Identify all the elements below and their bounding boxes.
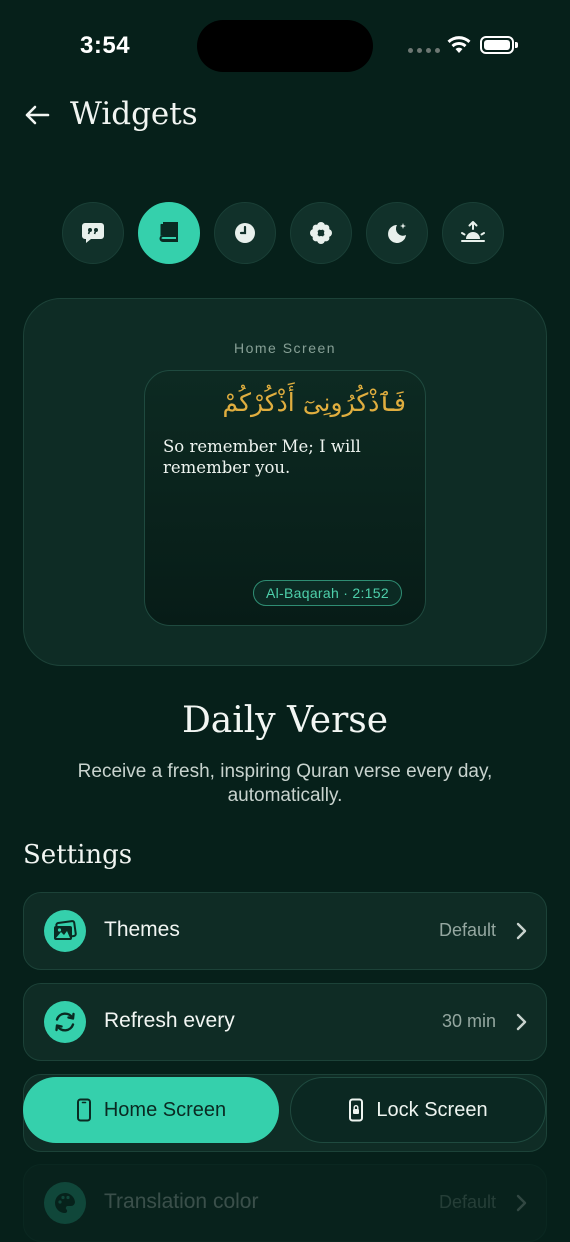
home-screen-toggle-button[interactable]: Home Screen <box>23 1077 279 1143</box>
widget-type-prayer-time-button[interactable] <box>214 202 276 264</box>
back-arrow-icon[interactable] <box>22 100 52 130</box>
translation-color-label: Translation color <box>104 1190 259 1213</box>
lock-phone-icon <box>349 1098 364 1122</box>
widget-type-sunrise-button[interactable] <box>442 202 504 264</box>
widget-type-selector <box>62 202 504 264</box>
flower-icon <box>310 222 332 244</box>
refresh-label: Refresh every <box>104 1009 235 1032</box>
dynamic-island <box>197 20 373 72</box>
battery-icon <box>480 36 518 54</box>
status-time: 3:54 <box>80 32 131 59</box>
book-icon <box>159 222 178 242</box>
refresh-icon <box>44 1001 86 1043</box>
widget-title: Daily Verse <box>181 700 389 741</box>
verse-arabic-text: فَٱذْكُرُونِىٓ أَذْكُرْكُمْ <box>222 388 406 417</box>
palette-icon <box>44 1182 86 1224</box>
page-title: Widgets <box>70 96 198 132</box>
settings-row-themes[interactable]: Themes Default <box>23 892 547 970</box>
moon-star-icon <box>388 223 406 243</box>
lock-screen-label: Lock Screen <box>376 1098 488 1121</box>
widget-description: Receive a fresh, inspiring Quran verse e… <box>77 761 493 806</box>
home-screen-label: Home Screen <box>103 1098 227 1121</box>
lock-screen-toggle-button[interactable]: Lock Screen <box>290 1077 546 1143</box>
widget-type-quran-button[interactable] <box>138 202 200 264</box>
clock-icon <box>235 223 255 243</box>
cellular-signal-icon <box>408 48 440 53</box>
verse-translation: So remember Me; I will remember you. <box>163 437 361 477</box>
verse-reference-badge: Al-Baqarah · 2:152 <box>253 580 402 606</box>
gallery-icon <box>44 910 86 952</box>
widget-type-tasbih-button[interactable] <box>290 202 352 264</box>
chevron-right-icon <box>516 1013 527 1031</box>
widget-type-quote-button[interactable] <box>62 202 124 264</box>
themes-value: Default <box>438 920 496 940</box>
settings-row-refresh[interactable]: Refresh every 30 min <box>23 983 547 1061</box>
quote-bubble-icon <box>82 223 104 243</box>
chevron-right-icon <box>516 922 527 940</box>
phone-icon <box>76 1098 91 1122</box>
widget-type-night-button[interactable] <box>366 202 428 264</box>
chevron-right-icon <box>516 1194 527 1212</box>
sunrise-icon <box>461 221 485 242</box>
refresh-value: 30 min <box>441 1011 496 1031</box>
themes-label: Themes <box>104 918 180 941</box>
wifi-icon <box>447 36 471 53</box>
preview-label: Home Screen <box>233 340 337 356</box>
settings-row-translation-color[interactable]: Translation color Default <box>23 1164 547 1242</box>
translation-color-value: Default <box>438 1192 496 1212</box>
settings-heading: Settings <box>23 840 133 870</box>
